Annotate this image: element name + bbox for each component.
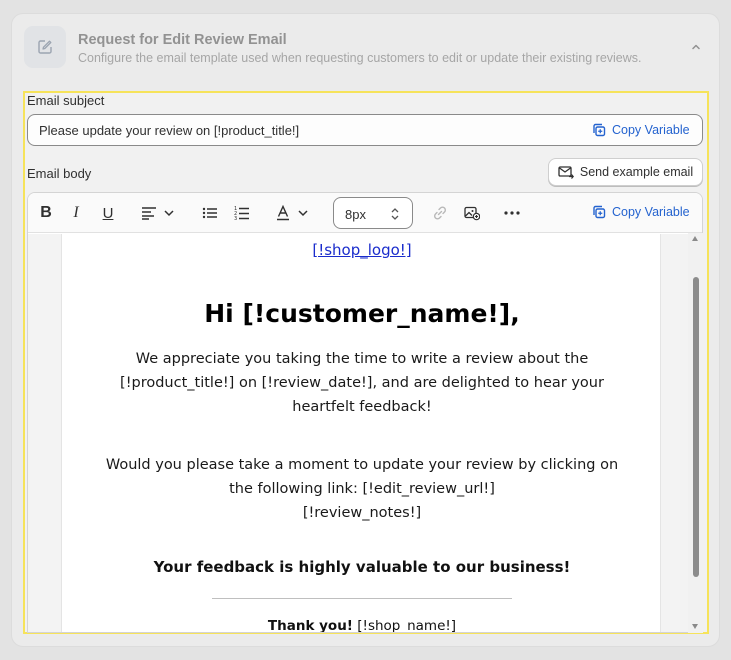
link-icon[interactable]	[430, 203, 450, 223]
shop-logo-link[interactable]: [!shop_logo!]	[62, 241, 662, 259]
italic-icon[interactable]: I	[66, 203, 86, 223]
scrollbar-thumb[interactable]	[693, 277, 699, 577]
font-size-input[interactable]: 8px	[333, 197, 413, 229]
email-paragraph-2: Would you please take a moment to update…	[105, 457, 619, 497]
mail-icon	[558, 166, 574, 179]
email-body-label: Email body	[27, 166, 92, 181]
chevron-down-icon	[164, 210, 174, 217]
section-header[interactable]: Request for Edit Review Email Configure …	[24, 26, 714, 72]
email-shop-name: [!shop_name!]	[352, 618, 457, 633]
text-color-dropdown[interactable]	[272, 203, 312, 223]
send-example-email-button[interactable]: Send example email	[548, 158, 703, 186]
chevron-down-icon	[298, 210, 308, 217]
insert-image-icon[interactable]	[462, 203, 482, 223]
editor-scrollbar[interactable]	[688, 233, 703, 633]
email-subject-input[interactable]: Please update your review on [!product_t…	[27, 114, 703, 146]
scroll-down-icon[interactable]	[692, 624, 698, 629]
email-divider	[212, 598, 512, 599]
email-body-editor[interactable]: B I U 123 8px Copy Variable [!shop_logo!…	[27, 192, 703, 633]
editor-toolbar: B I U 123 8px Copy Variable	[28, 193, 702, 233]
bold-icon[interactable]: B	[36, 203, 56, 223]
email-highlight: Your feedback is highly valuable to our …	[153, 558, 571, 576]
edit-icon	[24, 26, 66, 68]
text-color-icon	[277, 205, 289, 221]
align-dropdown[interactable]	[138, 203, 178, 223]
email-subject-label: Email subject	[27, 93, 105, 108]
editor-content-area[interactable]: [!shop_logo!] Hi [!customer_name!], We a…	[28, 234, 702, 633]
underline-icon[interactable]: U	[98, 203, 118, 223]
email-paragraph-1: We appreciate you taking the time to wri…	[120, 351, 604, 415]
svg-text:3: 3	[234, 216, 237, 221]
font-size-value: 8px	[345, 207, 366, 222]
copy-variable-label: Copy Variable	[612, 205, 690, 219]
email-subject-value: Please update your review on [!product_t…	[39, 123, 300, 138]
copy-icon	[593, 123, 606, 137]
section-description: Configure the email template used when r…	[78, 51, 642, 65]
copy-variable-label: Copy Variable	[612, 123, 690, 137]
send-example-email-label: Send example email	[579, 165, 694, 179]
email-preview: [!shop_logo!] Hi [!customer_name!], We a…	[61, 234, 662, 633]
stepper-icon[interactable]	[390, 206, 400, 222]
numbered-list-icon[interactable]: 123	[232, 203, 252, 223]
section-title: Request for Edit Review Email	[78, 32, 287, 48]
body-copy-variable-button[interactable]: Copy Variable	[592, 205, 690, 219]
subject-copy-variable-button[interactable]: Copy Variable	[592, 123, 690, 137]
more-options-icon[interactable]	[502, 203, 522, 223]
copy-icon	[593, 205, 606, 219]
email-thanks: Thank you!	[267, 618, 353, 633]
align-left-icon	[142, 207, 156, 220]
email-review-notes: [!review_notes!]	[302, 505, 422, 521]
email-signoff: Thank you! [!shop_name!]	[62, 618, 662, 633]
scroll-up-icon[interactable]	[692, 236, 698, 241]
chevron-up-icon[interactable]	[690, 40, 702, 58]
email-greeting: Hi [!customer_name!],	[204, 299, 520, 328]
bullet-list-icon[interactable]	[200, 203, 220, 223]
